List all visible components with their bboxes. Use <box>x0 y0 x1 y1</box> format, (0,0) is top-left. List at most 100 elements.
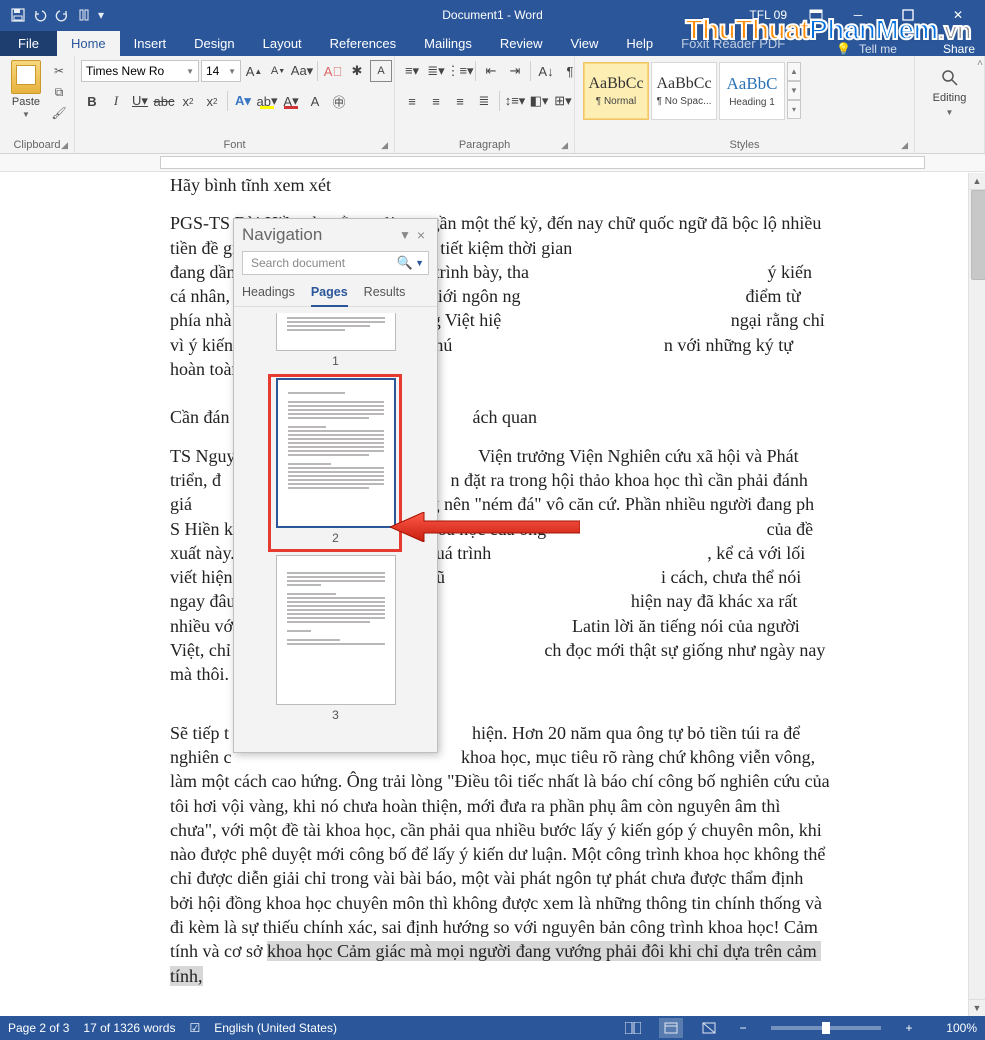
gallery-more-icon[interactable]: ▾ <box>787 100 801 119</box>
align-center-icon[interactable]: ≡ <box>425 90 447 112</box>
subscript-button[interactable]: x2 <box>177 90 199 112</box>
increase-indent-icon[interactable]: ⇥ <box>504 60 526 82</box>
style-heading1[interactable]: AaBbC Heading 1 <box>719 62 785 120</box>
styles-launcher-icon[interactable]: ◢ <box>901 140 908 151</box>
numbering-icon[interactable]: ≣▾ <box>425 60 447 82</box>
copy-icon[interactable]: ⧉ <box>50 83 68 101</box>
tab-review[interactable]: Review <box>486 31 557 56</box>
minimize-icon[interactable]: ─ <box>835 0 881 30</box>
align-right-icon[interactable]: ≡ <box>449 90 471 112</box>
page-thumbnail-3[interactable]: 3 <box>244 555 427 722</box>
enclose-characters-icon[interactable]: ㊥ <box>328 90 350 112</box>
style-normal[interactable]: AaBbCc ¶ Normal <box>583 62 649 120</box>
save-icon[interactable] <box>8 5 28 25</box>
pane-options-icon[interactable]: ▼ <box>397 228 413 242</box>
bold-button[interactable]: B <box>81 90 103 112</box>
undo-icon[interactable] <box>30 5 50 25</box>
nav-tab-headings[interactable]: Headings <box>242 281 295 306</box>
clipboard-launcher-icon[interactable]: ◢ <box>61 140 68 151</box>
nav-tab-pages[interactable]: Pages <box>311 281 348 307</box>
bullets-icon[interactable]: ≡▾ <box>401 60 423 82</box>
tab-file[interactable]: File <box>0 31 57 56</box>
character-border-icon[interactable]: A <box>370 60 392 82</box>
nav-tab-results[interactable]: Results <box>364 281 406 306</box>
clear-formatting-icon[interactable]: A⃠ <box>322 60 344 82</box>
print-layout-icon[interactable] <box>659 1018 683 1038</box>
ribbon-display-options-icon[interactable] <box>801 0 831 30</box>
vertical-scrollbar[interactable]: ▲ ▼ <box>968 173 985 1016</box>
tab-insert[interactable]: Insert <box>120 31 181 56</box>
tab-help[interactable]: Help <box>612 31 667 56</box>
sort-icon[interactable]: A↓ <box>535 60 557 82</box>
style-no-spacing[interactable]: AaBbCc ¶ No Spac... <box>651 62 717 120</box>
pane-close-icon[interactable]: × <box>413 227 429 243</box>
web-layout-icon[interactable] <box>697 1018 721 1038</box>
superscript-button[interactable]: x2 <box>201 90 223 112</box>
tab-foxit[interactable]: Foxit Reader PDF <box>667 31 799 56</box>
tab-references[interactable]: References <box>316 31 410 56</box>
tab-mailings[interactable]: Mailings <box>410 31 486 56</box>
zoom-level[interactable]: 100% <box>931 1021 977 1035</box>
cut-icon[interactable]: ✂ <box>50 62 68 80</box>
status-language[interactable]: English (United States) <box>214 1021 337 1035</box>
multilevel-list-icon[interactable]: ⋮≡▾ <box>449 60 471 82</box>
doc-paragraph[interactable]: Hãy bình tĩnh xem xét <box>170 173 830 197</box>
redo-icon[interactable] <box>52 5 72 25</box>
format-painter-icon[interactable]: 🖌 <box>50 104 68 122</box>
shrink-font-icon[interactable]: A▼ <box>267 60 289 82</box>
ruler[interactable] <box>0 154 985 172</box>
status-page[interactable]: Page 2 of 3 <box>8 1021 69 1035</box>
underline-button[interactable]: U▾ <box>129 90 151 112</box>
account-name[interactable]: TFL 09 <box>739 8 797 22</box>
align-left-icon[interactable]: ≡ <box>401 90 423 112</box>
styles-gallery-scroll[interactable]: ▲ ▼ ▾ <box>787 62 801 119</box>
zoom-in-icon[interactable]: + <box>901 1021 917 1035</box>
close-icon[interactable]: ✕ <box>935 0 981 30</box>
collapse-ribbon-icon[interactable]: ˄ <box>977 58 983 69</box>
scroll-thumb[interactable] <box>971 190 985 280</box>
read-mode-icon[interactable] <box>621 1018 645 1038</box>
spell-check-icon[interactable]: ☑ <box>189 1021 200 1035</box>
italic-button[interactable]: I <box>105 90 127 112</box>
navigation-search[interactable]: Search document 🔍▼ <box>242 251 429 275</box>
page-thumbnail-1[interactable]: 1 <box>244 313 427 368</box>
gallery-up-icon[interactable]: ▲ <box>787 62 801 81</box>
editing-button[interactable]: Editing ▼ <box>921 60 978 117</box>
paragraph-launcher-icon[interactable]: ◢ <box>561 140 568 151</box>
selected-text[interactable]: khoa học Cảm giác mà mọi người đang vướn… <box>170 941 821 985</box>
line-spacing-icon[interactable]: ↕≡▾ <box>504 90 526 112</box>
zoom-out-icon[interactable]: − <box>735 1021 751 1035</box>
font-color-icon[interactable]: A▾ <box>280 90 302 112</box>
search-icon[interactable]: 🔍 <box>397 255 413 271</box>
grow-font-icon[interactable]: A▲ <box>243 60 265 82</box>
tab-design[interactable]: Design <box>180 31 248 56</box>
tab-layout[interactable]: Layout <box>249 31 316 56</box>
phonetic-guide-icon[interactable]: ✱ <box>346 60 368 82</box>
tab-home[interactable]: Home <box>57 31 120 56</box>
qat-customize-icon[interactable]: ▾ <box>96 5 106 25</box>
scroll-down-icon[interactable]: ▼ <box>969 999 985 1016</box>
doc-paragraph[interactable]: Sẽ tiếp t hiện. Hơn 20 năm qua ông tự bỏ… <box>170 721 830 988</box>
status-words[interactable]: 17 of 1326 words <box>83 1021 175 1035</box>
scroll-up-icon[interactable]: ▲ <box>969 173 985 190</box>
text-effects-icon[interactable]: A▾ <box>232 90 254 112</box>
paste-button[interactable]: Paste ▼ <box>6 60 46 119</box>
touch-mode-icon[interactable] <box>74 5 94 25</box>
share-button[interactable]: Share <box>943 42 975 56</box>
tab-view[interactable]: View <box>556 31 612 56</box>
font-name-combo[interactable]: Times New Ro▼ <box>81 60 199 82</box>
font-launcher-icon[interactable]: ◢ <box>381 140 388 151</box>
justify-icon[interactable]: ≣ <box>473 90 495 112</box>
shading-icon[interactable]: ◧▾ <box>528 90 550 112</box>
page-thumbnail-2[interactable]: 2 <box>244 378 427 545</box>
maximize-icon[interactable] <box>885 0 931 30</box>
document-page[interactable]: Hãy bình tĩnh xem xét PGS-TS Bùi Hiền ch… <box>90 173 910 1016</box>
tell-me[interactable]: Tell me <box>859 42 897 56</box>
borders-icon[interactable]: ⊞▾ <box>552 90 574 112</box>
change-case-icon[interactable]: Aa▾ <box>291 60 313 82</box>
decrease-indent-icon[interactable]: ⇤ <box>480 60 502 82</box>
font-size-combo[interactable]: 14▼ <box>201 60 241 82</box>
navigation-pane[interactable]: Navigation ▼ × Search document 🔍▼ Headin… <box>233 218 438 753</box>
zoom-slider[interactable] <box>771 1026 881 1030</box>
strikethrough-button[interactable]: abc <box>153 90 175 112</box>
